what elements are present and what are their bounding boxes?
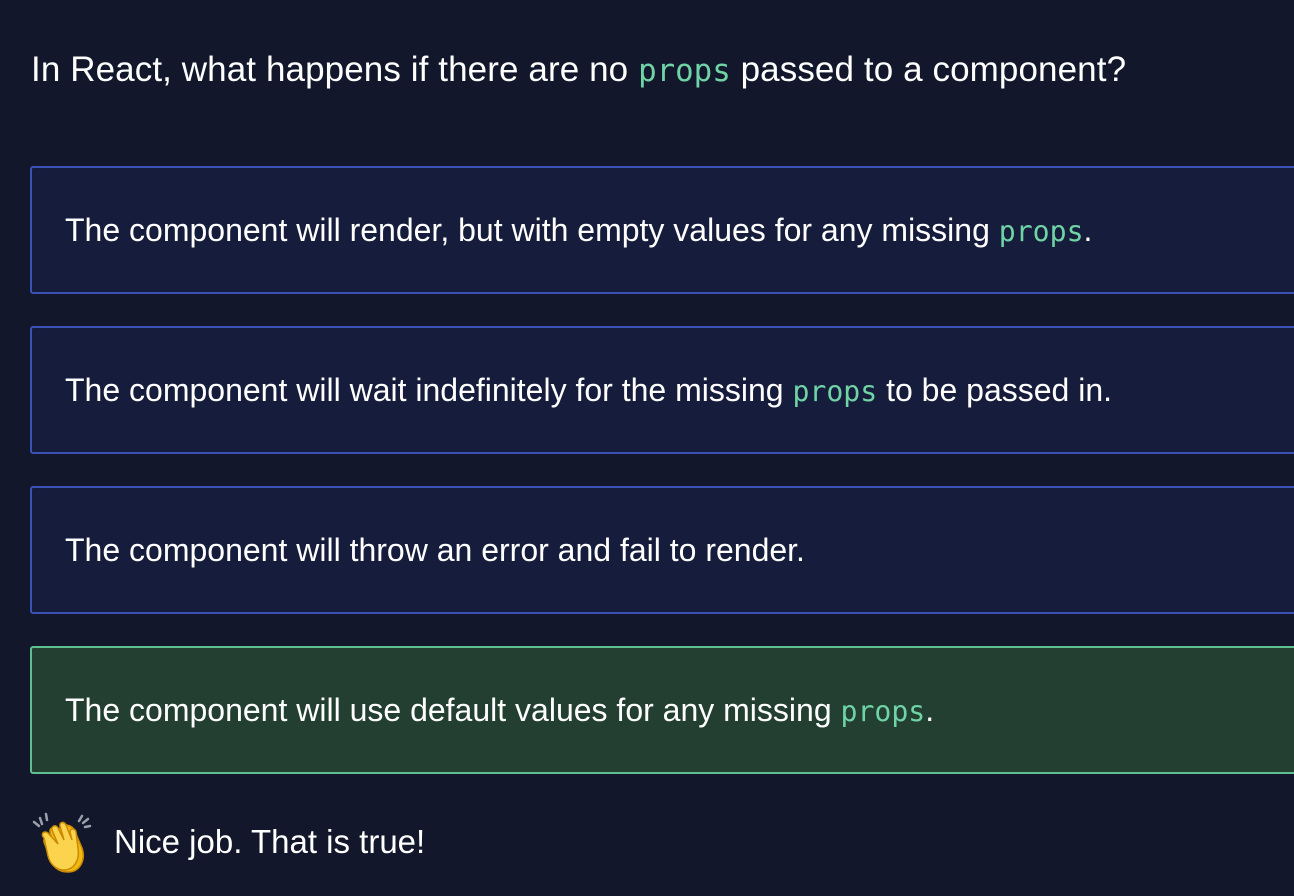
answer-option-4-text: The component will use default values fo…: [65, 692, 934, 729]
answer-options: The component will render, but with empt…: [30, 166, 1294, 806]
answer-option-1-text: The component will render, but with empt…: [65, 212, 1092, 249]
answer-option-4-correct[interactable]: The component will use default values fo…: [30, 646, 1294, 774]
answer-option-4-prefix: The component will use default values fo…: [65, 691, 841, 728]
answer-option-2[interactable]: The component will wait indefinitely for…: [30, 326, 1294, 454]
clapping-hands-icon: [30, 808, 98, 876]
feedback-message: Nice job. That is true!: [30, 806, 425, 878]
question-text: In React, what happens if there are no p…: [31, 46, 1126, 95]
answer-option-3-text: The component will throw an error and fa…: [65, 532, 805, 569]
answer-option-4-suffix: .: [925, 691, 935, 728]
answer-option-3-prefix: The component will throw an error and fa…: [65, 531, 805, 568]
answer-option-1-code: props: [998, 214, 1084, 248]
answer-option-1[interactable]: The component will render, but with empt…: [30, 166, 1294, 294]
answer-option-2-code: props: [792, 374, 878, 408]
answer-option-2-suffix: to be passed in.: [877, 371, 1113, 408]
answer-option-3[interactable]: The component will throw an error and fa…: [30, 486, 1294, 614]
question-suffix: passed to a component?: [730, 50, 1127, 89]
answer-option-4-code: props: [840, 694, 926, 728]
answer-option-2-text: The component will wait indefinitely for…: [65, 372, 1112, 409]
answer-option-2-prefix: The component will wait indefinitely for…: [65, 371, 793, 408]
feedback-text: Nice job. That is true!: [114, 823, 426, 860]
question-code-props: props: [638, 53, 731, 89]
answer-option-1-prefix: The component will render, but with empt…: [65, 211, 999, 248]
answer-option-1-suffix: .: [1083, 211, 1093, 248]
question-prefix: In React, what happens if there are no: [31, 50, 639, 89]
